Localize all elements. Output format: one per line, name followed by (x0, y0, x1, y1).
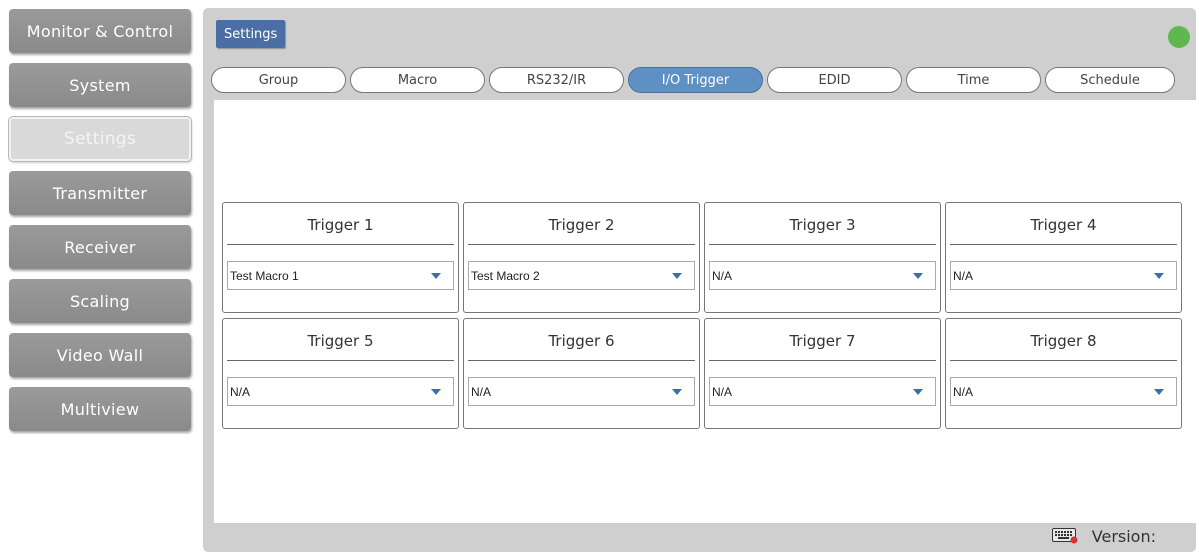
sidebar: Monitor & Control System Settings Transm… (0, 0, 198, 552)
tab-macro[interactable]: Macro (350, 67, 485, 93)
trigger-macro-select[interactable]: Test Macro 1 (227, 261, 454, 290)
trigger-card: Trigger 2 Test Macro 2 (463, 202, 700, 313)
select-value: N/A (230, 384, 251, 399)
trigger-title: Trigger 5 (307, 332, 374, 350)
divider (950, 360, 1177, 361)
trigger-card: Trigger 1 Test Macro 1 (222, 202, 459, 313)
sidebar-item-settings[interactable]: Settings (9, 117, 191, 161)
trigger-title: Trigger 7 (789, 332, 856, 350)
trigger-title: Trigger 1 (307, 216, 374, 234)
sidebar-item-video-wall[interactable]: Video Wall (9, 333, 191, 377)
tab-io-trigger[interactable]: I/O Trigger (628, 67, 763, 93)
trigger-macro-select[interactable]: N/A (950, 377, 1177, 406)
select-value: N/A (953, 384, 974, 399)
footer: Version: (1051, 524, 1156, 548)
divider (709, 360, 936, 361)
trigger-card: Trigger 6 N/A (463, 318, 700, 429)
trigger-card: Trigger 5 N/A (222, 318, 459, 429)
version-label: Version: (1091, 526, 1156, 546)
tab-bar: Group Macro RS232/IR I/O Trigger EDID Ti… (211, 67, 1175, 93)
trigger-card: Trigger 8 N/A (945, 318, 1182, 429)
trigger-title: Trigger 3 (789, 216, 856, 234)
divider (227, 244, 454, 245)
sidebar-item-multiview[interactable]: Multiview (9, 387, 191, 431)
trigger-title: Trigger 6 (548, 332, 615, 350)
trigger-card: Trigger 4 N/A (945, 202, 1182, 313)
trigger-card: Trigger 7 N/A (704, 318, 941, 429)
main-panel: Settings Group Macro RS232/IR I/O Trigge… (203, 8, 1196, 552)
divider (227, 360, 454, 361)
dropdown-arrow-icon (913, 389, 923, 395)
trigger-macro-select[interactable]: Test Macro 2 (468, 261, 695, 290)
select-value: N/A (712, 268, 733, 283)
sidebar-item-scaling[interactable]: Scaling (9, 279, 191, 323)
select-value: N/A (712, 384, 733, 399)
select-value: Test Macro 1 (230, 268, 299, 283)
sidebar-item-transmitter[interactable]: Transmitter (9, 171, 191, 215)
trigger-card: Trigger 3 N/A (704, 202, 941, 313)
trigger-macro-select[interactable]: N/A (468, 377, 695, 406)
trigger-title: Trigger 2 (548, 216, 615, 234)
dropdown-arrow-icon (1154, 389, 1164, 395)
divider (709, 244, 936, 245)
select-value: N/A (471, 384, 492, 399)
trigger-macro-select[interactable]: N/A (950, 261, 1177, 290)
trigger-macro-select[interactable]: N/A (227, 377, 454, 406)
dropdown-arrow-icon (431, 389, 441, 395)
status-indicator-icon (1168, 26, 1190, 48)
page-title: Settings (216, 20, 286, 48)
dropdown-arrow-icon (431, 273, 441, 279)
tab-group[interactable]: Group (211, 67, 346, 93)
divider (468, 360, 695, 361)
sidebar-item-system[interactable]: System (9, 63, 191, 107)
sidebar-item-receiver[interactable]: Receiver (9, 225, 191, 269)
keyboard-icon[interactable] (1051, 528, 1078, 544)
tab-edid[interactable]: EDID (767, 67, 902, 93)
dropdown-arrow-icon (913, 273, 923, 279)
sidebar-item-monitor-control[interactable]: Monitor & Control (9, 9, 191, 53)
tab-schedule[interactable]: Schedule (1045, 67, 1175, 93)
trigger-title: Trigger 4 (1030, 216, 1097, 234)
trigger-macro-select[interactable]: N/A (709, 261, 936, 290)
dropdown-arrow-icon (672, 273, 682, 279)
io-trigger-content: Trigger 1 Test Macro 1 Trigger 2 Test Ma… (214, 100, 1196, 523)
tab-rs232-ir[interactable]: RS232/IR (489, 67, 624, 93)
tab-time[interactable]: Time (906, 67, 1041, 93)
dropdown-arrow-icon (1154, 273, 1164, 279)
trigger-macro-select[interactable]: N/A (709, 377, 936, 406)
trigger-title: Trigger 8 (1030, 332, 1097, 350)
divider (950, 244, 1177, 245)
select-value: Test Macro 2 (471, 268, 540, 283)
select-value: N/A (953, 268, 974, 283)
dropdown-arrow-icon (672, 389, 682, 395)
divider (468, 244, 695, 245)
